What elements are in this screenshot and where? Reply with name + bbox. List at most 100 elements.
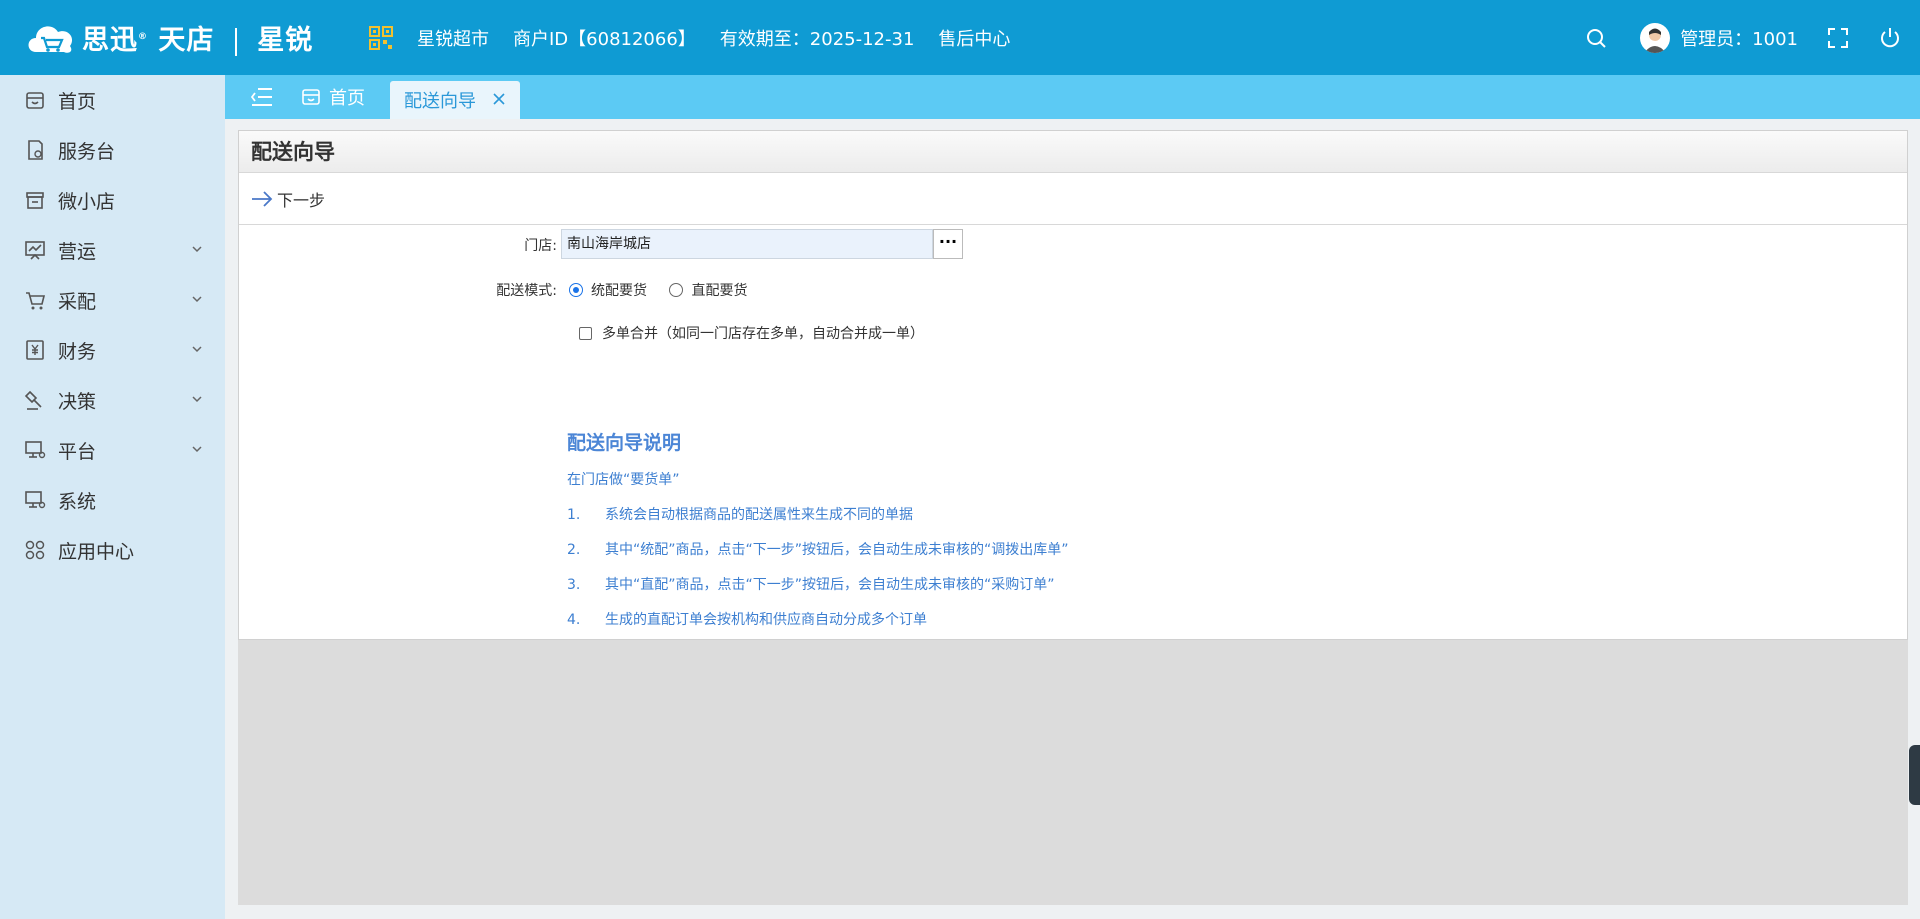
sidebar-item-system[interactable]: 系统: [0, 475, 225, 525]
close-icon[interactable]: [492, 92, 506, 106]
cloud-cart-icon: [28, 25, 73, 53]
sidebar-item-label: 应用中心: [58, 540, 135, 563]
guide-line-text: 生成的直配订单会按机构和供应商自动分成多个订单: [605, 612, 927, 628]
logo: 思迅® 天店 星锐: [24, 18, 369, 58]
home-icon: [302, 89, 320, 105]
admin-label[interactable]: 管理员：1001: [1680, 25, 1798, 51]
tab-home[interactable]: 首页: [301, 75, 365, 119]
sidebar-item-platform[interactable]: 平台: [0, 425, 225, 475]
platform-icon: [25, 441, 46, 459]
panel-toolbar: 下一步: [239, 173, 1907, 225]
radio-unified-label: 统配要货: [591, 283, 647, 299]
guide-line: 1. 系统会自动根据商品的配送属性来生成不同的单据: [567, 504, 1069, 539]
system-icon: [25, 491, 46, 509]
avatar[interactable]: [1640, 22, 1671, 53]
guide-line: 2. 其中“统配”商品，点击“下一步”按钮后，会自动生成未审核的“调拨出库单”: [567, 539, 1069, 574]
guide-line: 4. 生成的直配订单会按机构和供应商自动分成多个订单: [567, 609, 1069, 644]
mode-radio-group: 统配要货 直配要货: [569, 280, 747, 300]
fullscreen-icon[interactable]: [1826, 26, 1850, 50]
radio-direct-label: 直配要货: [691, 283, 748, 299]
guide-line-number: 3.: [567, 577, 581, 593]
sidebar-item-label: 决策: [58, 390, 97, 413]
guide-line: 3. 其中“直配”商品，点击“下一步”按钮后，会自动生成未审核的“采购订单”: [567, 574, 1069, 609]
logo-brand: 思迅: [82, 25, 138, 56]
search-icon[interactable]: [1584, 26, 1608, 50]
guide-line-number: 1.: [567, 507, 581, 523]
store-input[interactable]: 南山海岸城店: [561, 229, 933, 259]
operations-icon: [25, 241, 45, 260]
guide-title: 配送向导说明: [567, 432, 682, 454]
valid-until: 有效期至：2025-12-31: [719, 28, 915, 50]
sidebar-item-label: 服务台: [58, 140, 116, 163]
home-icon: [26, 92, 44, 109]
sidebar-item-label: 财务: [58, 340, 97, 363]
logo-edition: 星锐: [257, 25, 314, 56]
sidebar-item-finance[interactable]: 财务: [0, 325, 225, 375]
guide-line-text: 系统会自动根据商品的配送属性来生成不同的单据: [605, 507, 913, 523]
merge-label: 多单合并（如同一门店存在多单，自动合并成一单）: [602, 326, 924, 342]
sidebar-item-service-desk[interactable]: 服务台: [0, 125, 225, 175]
empty-gray-area: [238, 640, 1908, 905]
radio-dot[interactable]: [569, 283, 583, 297]
logo-product: 天店: [158, 25, 215, 56]
guide-line-number: 4.: [567, 612, 581, 628]
sidebar-item-app-center[interactable]: 应用中心: [0, 525, 225, 575]
logo-text: 思迅® 天店 星锐: [82, 25, 314, 56]
sidebar-item-label: 微小店: [58, 190, 116, 213]
sidebar: 首页 服务台 微小店 营运 采配 财务 决策 平台 系统 应用中心: [0, 75, 225, 919]
panel-title: 配送向导: [239, 131, 1907, 173]
guide-section: 配送向导说明 在门店做“要货单” 1. 系统会自动根据商品的配送属性来生成不同的单…: [567, 428, 1069, 644]
store-picker-button[interactable]: ···: [933, 229, 963, 259]
guide-line-text: 其中“统配”商品，点击“下一步”按钮后，会自动生成未审核的“调拨出库单”: [605, 542, 1069, 558]
service-desk-icon: [28, 140, 43, 160]
qr-code-icon[interactable]: [369, 25, 393, 50]
sidebar-item-label: 系统: [58, 490, 97, 513]
shop-icon: [26, 192, 44, 209]
chevron-down-icon: [192, 396, 202, 403]
next-step-button[interactable]: 下一步: [251, 187, 325, 211]
store-label: 门店:: [524, 238, 557, 254]
sidebar-item-label: 平台: [58, 440, 97, 463]
merge-checkbox[interactable]: [579, 327, 592, 340]
sidebar-item-operations[interactable]: 营运: [0, 225, 225, 275]
menu-collapse-icon[interactable]: [251, 87, 273, 107]
cart-icon: [26, 292, 46, 310]
sidebar-item-label: 营运: [58, 240, 97, 263]
tab-bar: 首页 配送向导: [225, 75, 1920, 119]
guide-line-number: 2.: [567, 542, 581, 558]
after-sales-link[interactable]: 售后中心: [938, 25, 1010, 51]
radio-direct[interactable]: 直配要货: [669, 283, 747, 299]
chevron-down-icon: [192, 246, 202, 253]
arrow-right-icon: [252, 190, 273, 207]
tab-delivery-wizard[interactable]: 配送向导: [390, 81, 520, 119]
merge-checkbox-row[interactable]: 多单合并（如同一门店存在多单，自动合并成一单）: [579, 323, 924, 343]
sidebar-item-label: 首页: [58, 90, 97, 113]
chevron-down-icon: [192, 446, 202, 453]
radio-dot[interactable]: [669, 283, 684, 297]
tab-label: 首页: [329, 88, 365, 109]
decision-icon: [24, 390, 42, 410]
side-widget-handle[interactable]: [1909, 745, 1920, 805]
chevron-down-icon: [192, 296, 202, 303]
sidebar-item-home[interactable]: 首页: [0, 75, 225, 125]
chevron-down-icon: [192, 346, 202, 353]
sidebar-item-shop[interactable]: 微小店: [0, 175, 225, 225]
sidebar-item-procurement[interactable]: 采配: [0, 275, 225, 325]
tab-label: 配送向导: [404, 91, 476, 112]
delivery-wizard-panel: 配送向导 下一步 门店: 南山海岸城店 ··· 配送模式: 统配要货 直配要货 …: [238, 130, 1908, 640]
app-center-icon: [25, 540, 45, 560]
guide-intro: 在门店做“要货单”: [567, 472, 680, 488]
mode-label: 配送模式:: [496, 283, 557, 299]
logo-separator: [234, 27, 237, 56]
guide-line-text: 其中“直配”商品，点击“下一步”按钮后，会自动生成未审核的“采购订单”: [605, 577, 1055, 593]
radio-unified[interactable]: 统配要货: [569, 283, 647, 299]
store-name: 星锐超市: [417, 28, 489, 50]
top-bar: 思迅® 天店 星锐 星锐超市 商户ID【60812066】 有效期至：2025-…: [0, 0, 1920, 75]
power-icon[interactable]: [1878, 26, 1902, 50]
merchant-info: 星锐超市 商户ID【60812066】 有效期至：2025-12-31 售后中心: [369, 25, 1034, 51]
top-right-tools: 管理员：1001: [1556, 0, 1902, 75]
sidebar-item-decision[interactable]: 决策: [0, 375, 225, 425]
merchant-id: 商户ID【60812066】: [513, 28, 696, 50]
next-step-label: 下一步: [277, 190, 326, 210]
finance-icon: [26, 340, 44, 360]
